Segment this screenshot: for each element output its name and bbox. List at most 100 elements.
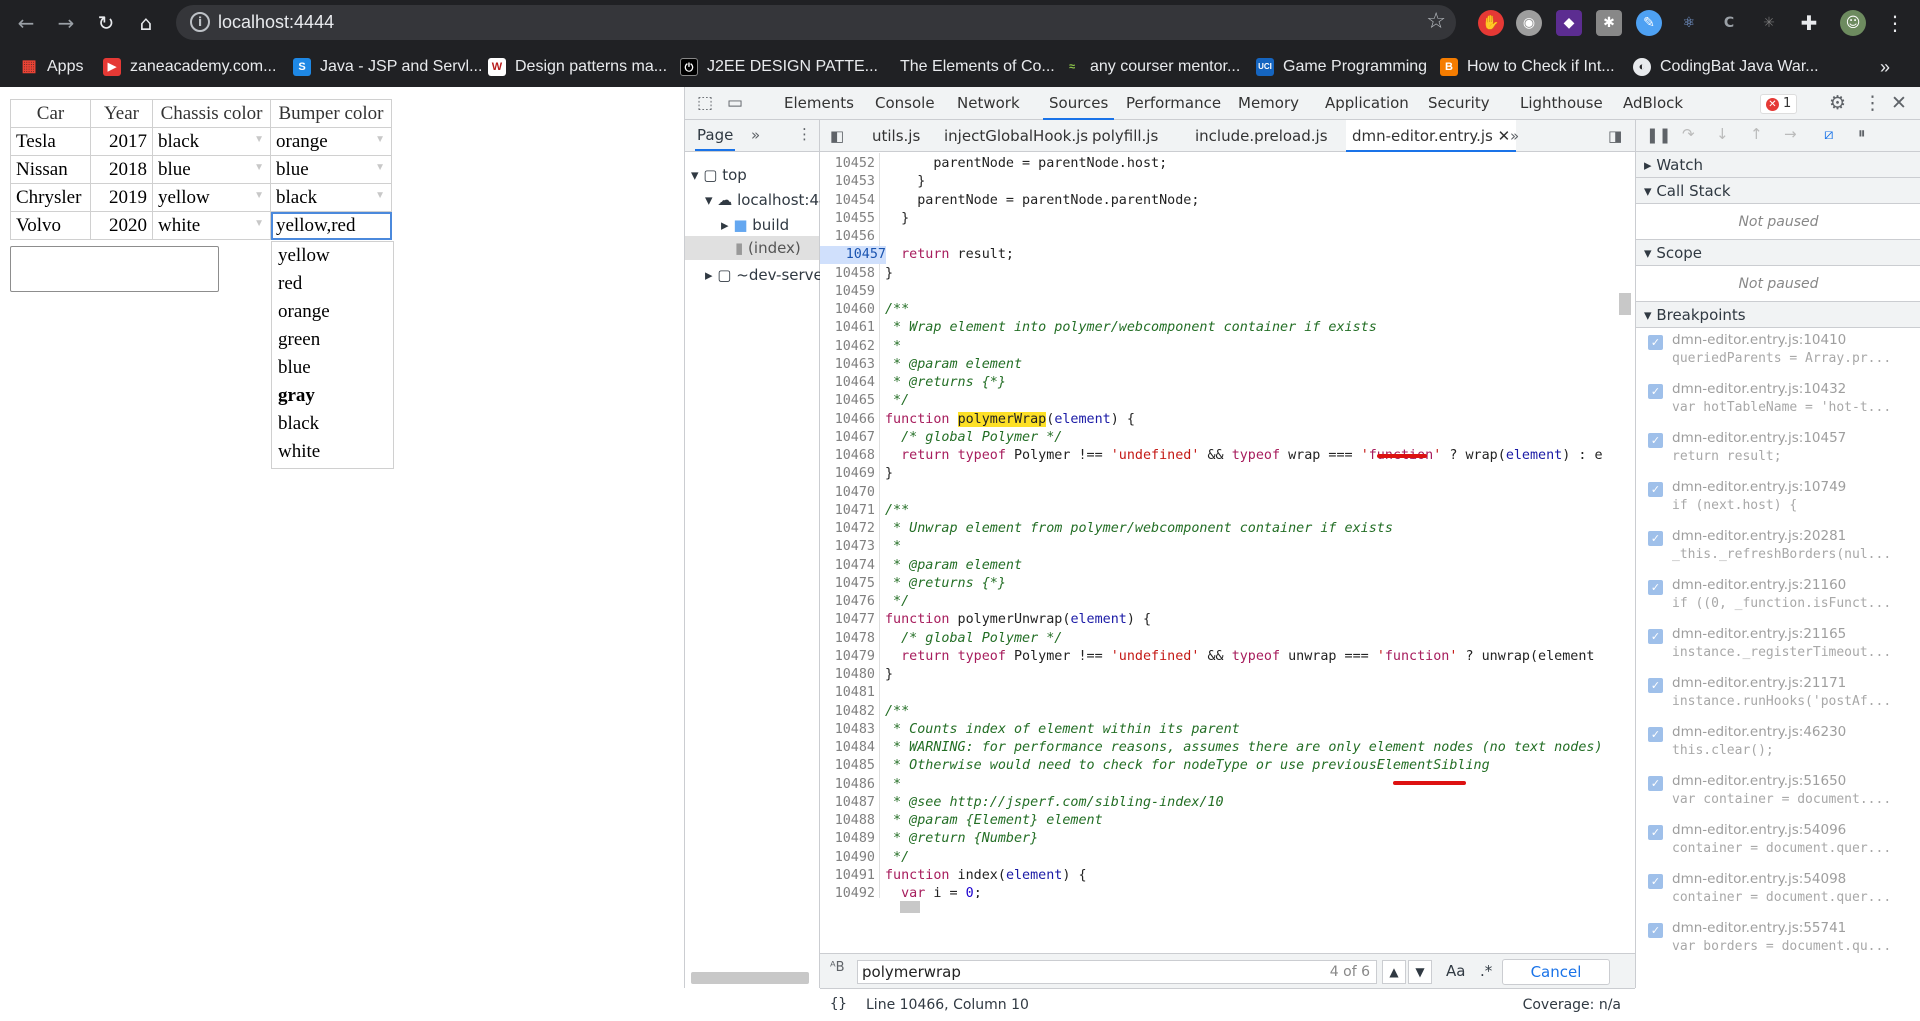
line-number[interactable]: 10472 <box>820 520 875 538</box>
call-stack-section[interactable]: ▾ Call Stack <box>1636 178 1920 204</box>
line-number[interactable]: 10471 <box>820 502 875 520</box>
breakpoint-item[interactable]: ✓ dmn-editor.entry.js:46230 this.clear(); <box>1636 720 1920 769</box>
breakpoint-item[interactable]: ✓ dmn-editor.entry.js:21171 instance.runHo… <box>1636 671 1920 720</box>
cell-year[interactable]: 2017 <box>90 127 153 156</box>
tree-item-index[interactable]: ▮ (index) <box>685 236 819 260</box>
step-into-icon[interactable]: ↓ <box>1716 125 1729 143</box>
tab-security[interactable]: Security <box>1428 87 1490 120</box>
more-files-icon[interactable]: » <box>1510 120 1519 152</box>
bookmark-codingbat[interactable]: ◐ CodingBat Java War... <box>1633 57 1819 77</box>
bookmark-java-jsp[interactable]: S Java - JSP and Servl... <box>293 57 482 77</box>
column-header-chassis[interactable]: Chassis color <box>152 99 271 128</box>
cell-chassis[interactable]: white ▼ <box>152 211 271 240</box>
column-header-bumper[interactable]: Bumper color <box>270 99 392 128</box>
dropdown-arrow-icon[interactable]: ▼ <box>254 190 264 201</box>
line-number[interactable]: 10468 <box>820 447 875 465</box>
line-number[interactable]: 10473 <box>820 538 875 556</box>
dropdown-arrow-icon[interactable]: ▼ <box>375 190 385 201</box>
error-count-badge[interactable]: ✕ 1 <box>1760 94 1798 114</box>
regex-button[interactable]: .* <box>1480 962 1492 980</box>
dropdown-option-blue[interactable]: blue <box>272 354 393 382</box>
back-button[interactable]: ← <box>12 9 40 37</box>
cell-editor-bumper[interactable]: yellow,red <box>270 211 392 240</box>
cell-year[interactable]: 2018 <box>90 155 153 184</box>
cell-bumper[interactable]: black ▼ <box>270 183 392 212</box>
cell-year[interactable]: 2019 <box>90 183 153 212</box>
edit-extension-icon[interactable]: ✎ <box>1636 10 1662 36</box>
dropdown-option-gray[interactable]: gray <box>272 382 393 410</box>
file-tab-inject[interactable]: injectGlobalHook.js <box>944 120 1088 152</box>
breakpoint-checkbox[interactable]: ✓ <box>1648 335 1663 350</box>
breakpoint-checkbox[interactable]: ✓ <box>1648 678 1663 693</box>
device-toolbar-icon[interactable]: ▭ <box>727 87 743 120</box>
column-header-car[interactable]: Car <box>10 99 91 128</box>
breakpoint-checkbox[interactable]: ✓ <box>1648 923 1663 938</box>
tab-sources[interactable]: Sources <box>1043 87 1115 120</box>
file-tab-dmn-editor[interactable]: dmn-editor.entry.js ✕ <box>1346 120 1517 152</box>
tab-adblock[interactable]: AdBlock <box>1623 87 1683 120</box>
line-number[interactable]: 10485 <box>820 757 875 775</box>
breakpoint-item[interactable]: ✓ dmn-editor.entry.js:20281 _this._refresh… <box>1636 524 1920 573</box>
line-number[interactable]: 10486 <box>820 776 875 794</box>
bookmark-zaneacademy[interactable]: ▶ zaneacademy.com... <box>103 57 276 77</box>
bookmark-courser[interactable]: ≈ any courser mentor... <box>1063 57 1240 77</box>
tab-elements[interactable]: Elements <box>784 87 854 120</box>
breakpoint-item[interactable]: ✓ dmn-editor.entry.js:21160 if ((0, _funct… <box>1636 573 1920 622</box>
more-tabs-icon[interactable]: » <box>751 126 760 144</box>
tab-performance[interactable]: Performance <box>1126 87 1221 120</box>
deactivate-breakpoints-icon[interactable]: ⧄ <box>1824 125 1834 143</box>
settings-gear-icon[interactable]: ⚙ <box>1829 87 1846 120</box>
line-number[interactable]: 10474 <box>820 557 875 575</box>
breakpoint-checkbox[interactable]: ✓ <box>1648 776 1663 791</box>
tab-console[interactable]: Console <box>875 87 935 120</box>
vertical-scrollbar[interactable] <box>1619 293 1631 315</box>
tree-item-build[interactable]: ▸ ■ build <box>721 216 789 234</box>
line-number[interactable]: 10469 <box>820 465 875 483</box>
file-tab-include[interactable]: include.preload.js <box>1195 120 1328 152</box>
dropdown-option-red[interactable]: red <box>272 270 393 298</box>
star-icon[interactable]: ☆ <box>1426 9 1446 34</box>
breakpoint-checkbox[interactable]: ✓ <box>1648 727 1663 742</box>
breakpoint-checkbox[interactable]: ✓ <box>1648 384 1663 399</box>
bookmarks-overflow-button[interactable]: » <box>1880 57 1890 77</box>
cell-car[interactable]: Tesla <box>10 127 91 156</box>
breakpoint-item[interactable]: ✓ dmn-editor.entry.js:10457 return result; <box>1636 426 1920 475</box>
find-replace-icon[interactable]: ᴬB <box>830 960 845 975</box>
dropdown-arrow-icon[interactable]: ▼ <box>254 134 264 145</box>
breakpoint-line-number[interactable]: 10457 <box>820 246 886 265</box>
line-number[interactable]: 10456 <box>820 228 875 246</box>
profile-avatar[interactable]: ☺ <box>1840 10 1866 36</box>
breakpoint-checkbox[interactable]: ✓ <box>1648 874 1663 889</box>
line-number[interactable]: 10455 <box>820 210 875 228</box>
line-number[interactable]: 10475 <box>820 575 875 593</box>
line-number[interactable]: 10491 <box>820 867 875 885</box>
pause-icon[interactable]: ❚❚ <box>1646 126 1671 144</box>
line-number[interactable]: 10479 <box>820 648 875 666</box>
dropdown-option-orange[interactable]: orange <box>272 298 393 326</box>
dropdown-arrow-icon[interactable]: ▼ <box>375 134 385 145</box>
line-number[interactable]: 10483 <box>820 721 875 739</box>
breakpoint-item[interactable]: ✓ dmn-editor.entry.js:51650 var container … <box>1636 769 1920 818</box>
find-previous-button[interactable]: ▲ <box>1382 960 1406 984</box>
bookmark-elements[interactable]: The Elements of Co... <box>873 57 1055 77</box>
pretty-print-button[interactable]: {} <box>830 996 847 1012</box>
line-number[interactable]: 10470 <box>820 484 875 502</box>
extensions-puzzle-icon[interactable]: ✚ <box>1796 10 1822 36</box>
dropdown-arrow-icon[interactable]: ▼ <box>375 162 385 173</box>
record-extension-icon[interactable]: ◉ <box>1516 10 1542 36</box>
toggle-debugger-icon[interactable]: ◨ <box>1608 120 1622 152</box>
tab-application[interactable]: Application <box>1325 87 1409 120</box>
close-devtools-icon[interactable]: ✕ <box>1891 87 1907 120</box>
line-number[interactable]: 10461 <box>820 319 875 337</box>
line-number[interactable]: 10465 <box>820 392 875 410</box>
line-number[interactable]: 10462 <box>820 338 875 356</box>
watch-section[interactable]: ▸ Watch <box>1636 152 1920 178</box>
cancel-button[interactable]: Cancel <box>1502 959 1610 985</box>
adblock-extension-icon[interactable]: ✋ <box>1478 10 1504 36</box>
line-number[interactable]: 10466 <box>820 411 875 429</box>
forward-button[interactable]: → <box>52 9 80 37</box>
cell-bumper[interactable]: blue ▼ <box>270 155 392 184</box>
line-number[interactable]: 10478 <box>820 630 875 648</box>
line-number[interactable]: 10481 <box>820 684 875 702</box>
cell-chassis[interactable]: yellow ▼ <box>152 183 271 212</box>
